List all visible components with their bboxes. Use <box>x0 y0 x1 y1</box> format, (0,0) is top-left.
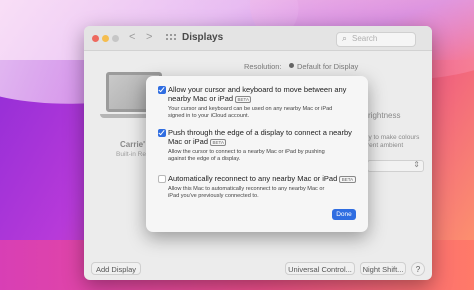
night-shift-button[interactable]: Night Shift... <box>360 262 406 275</box>
ambient-description: ly to make colours rent ambient <box>367 134 420 149</box>
option-description: Your cursor and keyboard can be used on … <box>168 106 333 120</box>
push-through-edge-checkbox[interactable] <box>158 129 166 137</box>
allow-cursor-checkbox[interactable] <box>158 86 166 94</box>
back-button[interactable]: < <box>129 31 135 43</box>
beta-badge: BETA <box>339 175 356 183</box>
search-field[interactable]: ⌕ Search <box>336 32 416 47</box>
option-description: Allow this Mac to automatically reconnec… <box>168 186 325 200</box>
option-title: Automatically reconnect to any nearby Ma… <box>168 174 364 183</box>
resolution-label: Resolution: <box>244 62 282 71</box>
display-name: Carrie' <box>120 140 146 149</box>
display-subtitle: Built-in Re <box>116 151 146 158</box>
chevron-updown-icon: ⇕ <box>413 160 420 169</box>
beta-badge: BETA <box>235 95 252 103</box>
zoom-button[interactable] <box>112 35 119 42</box>
done-button[interactable]: Done <box>332 209 356 220</box>
search-placeholder: Search <box>352 34 378 43</box>
option-title: Allow your cursor and keyboard to move b… <box>168 85 347 103</box>
window-title: Displays <box>182 32 224 43</box>
help-button[interactable]: ? <box>411 262 425 276</box>
search-icon: ⌕ <box>342 33 348 43</box>
resolution-radio[interactable] <box>289 63 294 68</box>
beta-badge: BETA <box>210 138 227 146</box>
forward-button[interactable]: > <box>146 31 152 43</box>
add-display-button[interactable]: Add Display ⌄ <box>91 262 141 280</box>
universal-control-sheet: Allow your cursor and keyboard to move b… <box>146 76 368 232</box>
close-button[interactable] <box>92 35 99 42</box>
resolution-value: Default for Display <box>297 62 359 71</box>
show-all-grid-icon[interactable] <box>166 34 176 42</box>
option-description: Allow the cursor to connect to a nearby … <box>168 149 325 163</box>
refresh-popup[interactable]: ⇕ <box>367 160 424 172</box>
minimize-button[interactable] <box>102 35 109 42</box>
title-bar: < > Displays ⌕ Search <box>84 26 432 51</box>
option-title: Push through the edge of a display to co… <box>168 128 352 146</box>
auto-reconnect-checkbox[interactable] <box>158 175 166 183</box>
brightness-label: rightness <box>368 111 401 120</box>
universal-control-button[interactable]: Universal Control... <box>285 262 355 275</box>
desktop: < > Displays ⌕ Search Resolution: Defaul… <box>0 0 474 290</box>
